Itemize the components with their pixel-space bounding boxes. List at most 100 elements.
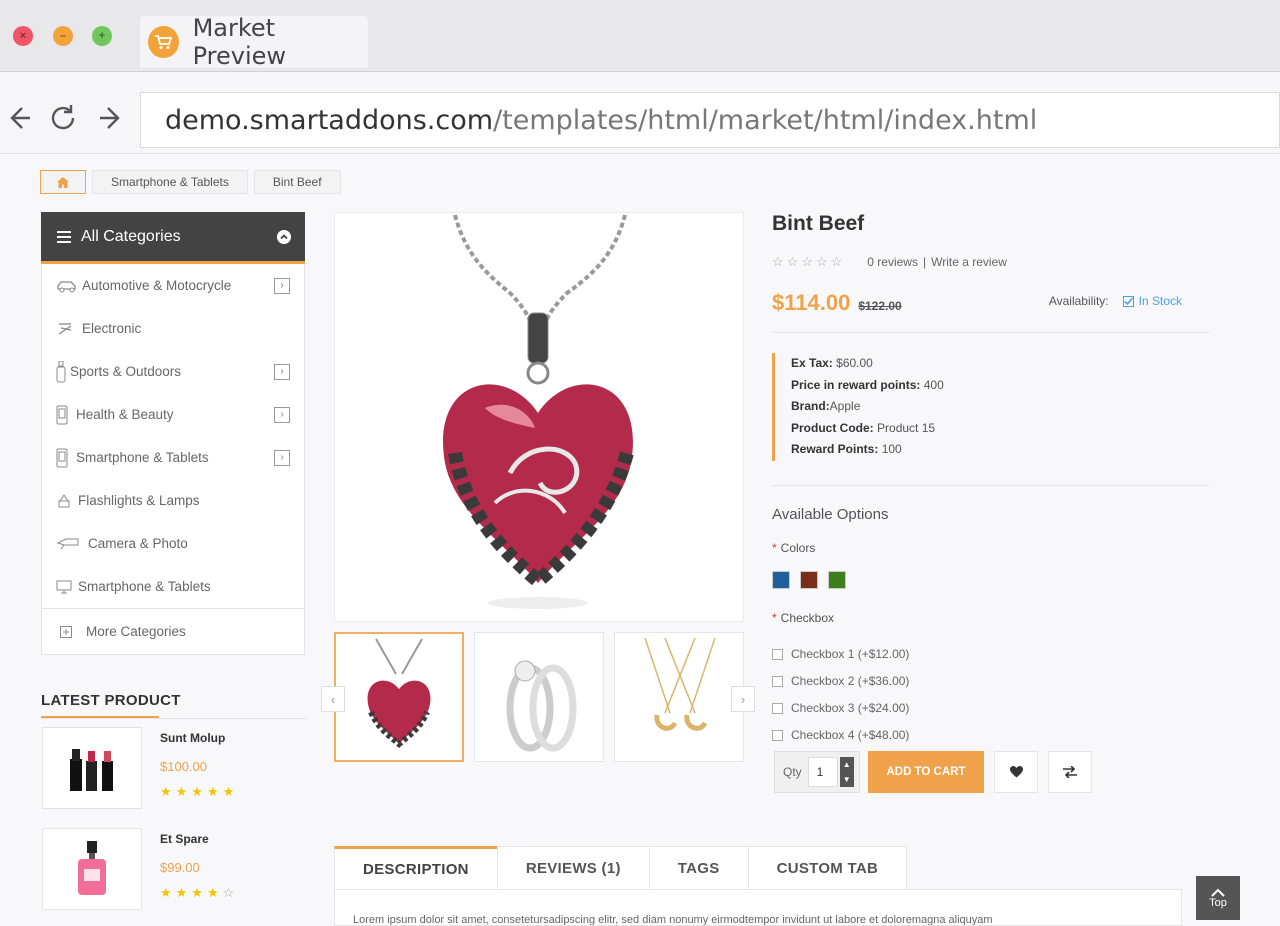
- latest-product-item[interactable]: Sunt Molup $100.00 ★★★★★: [42, 727, 307, 809]
- chevron-up-icon: [1211, 888, 1225, 897]
- available-options-title: Available Options: [772, 505, 889, 523]
- car-icon: [56, 279, 82, 293]
- checkbox-input[interactable]: [772, 702, 783, 714]
- color-swatch-green[interactable]: [828, 570, 846, 589]
- category-item[interactable]: Smartphone & Tablets ›: [42, 436, 304, 479]
- description-content: Lorem ipsum dolor sit amet, consetetursa…: [334, 889, 1182, 926]
- category-item[interactable]: Flashlights & Lamps: [42, 479, 304, 522]
- more-categories-label: More Categories: [86, 624, 186, 639]
- checkbox-option[interactable]: Checkbox 4 (+$48.00): [772, 722, 1212, 749]
- more-categories-button[interactable]: More Categories: [42, 608, 304, 654]
- spec-row: Brand:Apple: [791, 399, 861, 413]
- thumbnail-prev-button[interactable]: ‹: [321, 686, 345, 712]
- checkbox-input[interactable]: [772, 675, 783, 687]
- quantity-input[interactable]: [807, 757, 838, 787]
- top-label: Top: [1209, 896, 1227, 909]
- category-item[interactable]: Camera & Photo: [42, 522, 304, 565]
- chevron-right-icon[interactable]: ›: [274, 449, 290, 466]
- thumbnail-rings[interactable]: [474, 632, 604, 762]
- decrement-icon[interactable]: ▼: [843, 775, 851, 784]
- wishlist-button[interactable]: [994, 751, 1038, 793]
- thumbnail-next-button[interactable]: ›: [731, 686, 755, 712]
- thumbnail-heart[interactable]: [334, 632, 464, 762]
- increment-icon[interactable]: ▲: [843, 760, 851, 769]
- tab-reviews[interactable]: REVIEWS (1): [496, 846, 650, 890]
- reviews-separator: |: [922, 255, 927, 269]
- category-item[interactable]: Smartphone & Tablets: [42, 565, 304, 608]
- reload-icon: [51, 105, 75, 130]
- tab-tags[interactable]: TAGS: [648, 846, 749, 890]
- back-to-top-button[interactable]: Top: [1196, 876, 1240, 920]
- chevron-right-icon[interactable]: ›: [274, 277, 290, 294]
- breadcrumb: Smartphone & Tablets Bint Beef: [40, 170, 347, 194]
- browser-nav-bar: demo.smartaddons.com/templates/html/mark…: [0, 72, 1280, 154]
- divider: [772, 332, 1210, 333]
- tab-description[interactable]: DESCRIPTION: [334, 846, 498, 890]
- color-swatches: [772, 570, 1212, 589]
- latest-product-item[interactable]: Et Spare $99.00 ★★★★☆: [42, 828, 307, 910]
- back-button[interactable]: [2, 100, 38, 136]
- write-review-link[interactable]: Write a review: [931, 255, 1007, 269]
- divider: [772, 484, 1210, 486]
- heart-icon: [1009, 766, 1023, 778]
- compare-button[interactable]: [1048, 751, 1092, 793]
- bottle-icon: [56, 360, 70, 383]
- chevron-right-icon[interactable]: ›: [274, 406, 290, 423]
- quantity-spinner[interactable]: ▲ ▼: [839, 757, 854, 787]
- checkbox-input[interactable]: [772, 729, 783, 741]
- checkbox-option[interactable]: Checkbox 1 (+$12.00): [772, 641, 1212, 668]
- lamp-icon: [56, 493, 78, 509]
- rating-stars: ★★★★☆: [160, 885, 239, 900]
- category-item[interactable]: Sports & Outdoors ›: [42, 350, 304, 393]
- minimize-window-button[interactable]: –: [53, 26, 73, 46]
- forward-button[interactable]: [92, 100, 128, 136]
- close-window-button[interactable]: ×: [13, 26, 33, 46]
- product-specs: Ex Tax: $60.00 Price in reward points: 4…: [772, 353, 1212, 461]
- breadcrumb-item[interactable]: Bint Beef: [253, 170, 341, 194]
- monitor-icon: [56, 580, 78, 594]
- product-name[interactable]: Sunt Molup: [160, 731, 238, 745]
- tab-custom[interactable]: CUSTOM TAB: [747, 846, 908, 890]
- category-item[interactable]: Automotive & Motocrycle ›: [42, 264, 304, 307]
- color-swatch-brown[interactable]: [800, 570, 818, 589]
- breadcrumb-home[interactable]: [40, 170, 86, 194]
- address-bar[interactable]: demo.smartaddons.com/templates/html/mark…: [140, 92, 1280, 148]
- browser-tab[interactable]: Market Preview: [140, 14, 368, 70]
- category-item[interactable]: Health & Beauty ›: [42, 393, 304, 436]
- add-to-cart-row: Qty ▲ ▼ ADD TO CART: [774, 751, 1092, 793]
- checkbox-option[interactable]: Checkbox 3 (+$24.00): [772, 695, 1212, 722]
- thumbnail-necklace[interactable]: [614, 632, 744, 762]
- all-categories-header[interactable]: All Categories: [41, 212, 305, 264]
- check-icon: [1122, 295, 1134, 307]
- color-swatch-blue[interactable]: [772, 570, 790, 589]
- home-icon: [57, 176, 69, 188]
- perfume-image[interactable]: [42, 828, 142, 910]
- in-stock-status: In Stock: [1122, 294, 1182, 308]
- product-price: $100.00: [160, 759, 207, 774]
- rating-stars: ☆☆☆☆☆: [772, 254, 846, 269]
- maximize-window-button[interactable]: +: [92, 26, 112, 46]
- rating-stars: ★★★★★: [160, 784, 239, 799]
- quantity-stepper: Qty ▲ ▼: [774, 751, 860, 793]
- smartphone-icon: [56, 448, 76, 468]
- checkbox-option[interactable]: Checkbox 2 (+$36.00): [772, 668, 1212, 695]
- electronic-icon: [56, 320, 82, 338]
- chevron-right-icon[interactable]: ›: [274, 363, 290, 380]
- category-item[interactable]: Electronic: [42, 307, 304, 350]
- reload-button[interactable]: [45, 100, 81, 136]
- forward-arrow-icon: [100, 107, 120, 129]
- price-row: $114.00 $122.00 Availability: In Stock: [772, 290, 1212, 316]
- lipstick-image[interactable]: [42, 727, 142, 809]
- reviews-link[interactable]: 0 reviews: [867, 255, 918, 269]
- main-product-image[interactable]: [334, 212, 744, 622]
- url-host: demo.smartaddons.com: [165, 104, 494, 136]
- checkbox-options: Checkbox 1 (+$12.00) Checkbox 2 (+$36.00…: [772, 641, 1212, 749]
- checkbox-input[interactable]: [772, 648, 783, 660]
- add-to-cart-button[interactable]: ADD TO CART: [868, 751, 984, 793]
- phone-icon: [56, 405, 76, 425]
- breadcrumb-item[interactable]: Smartphone & Tablets: [92, 170, 248, 194]
- product-old-price: $122.00: [858, 299, 902, 313]
- spec-row: Price in reward points: 400: [791, 377, 944, 392]
- product-price: $114.00: [772, 290, 851, 315]
- product-name[interactable]: Et Spare: [160, 832, 238, 846]
